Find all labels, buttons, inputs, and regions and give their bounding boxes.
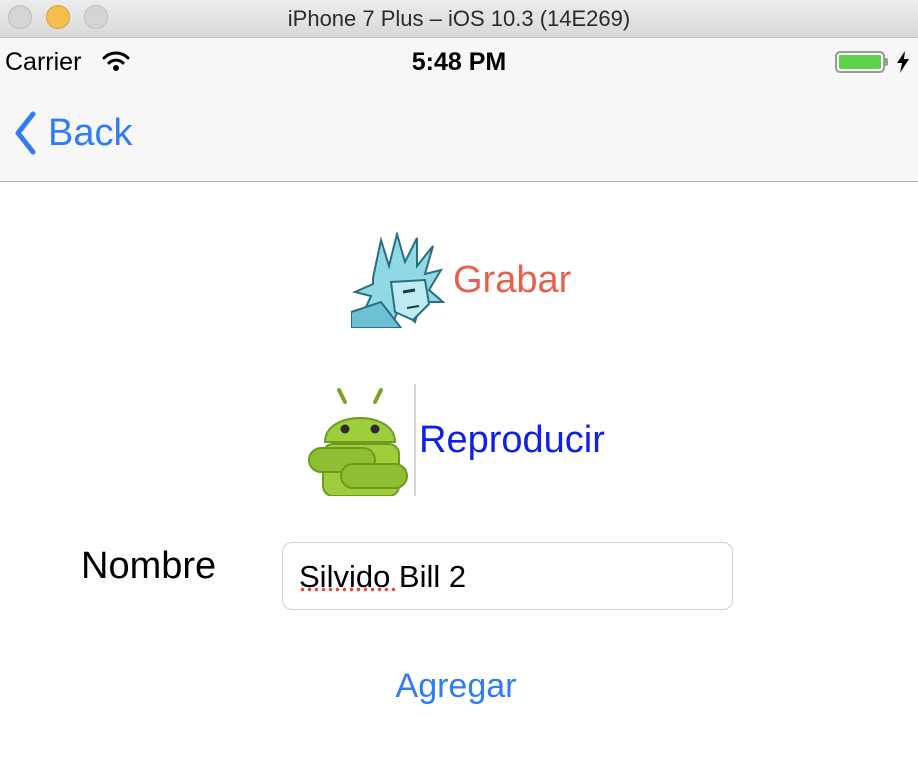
battery-icon	[835, 51, 885, 73]
status-bar: Carrier 5:48 PM	[0, 38, 918, 84]
back-button[interactable]: Back	[14, 108, 132, 158]
name-label: Nombre	[81, 545, 217, 587]
play-button[interactable]: Reproducir	[305, 384, 605, 496]
simulator-title-bar: iPhone 7 Plus – iOS 10.3 (14E269)	[0, 0, 918, 38]
navigation-bar: Back	[0, 84, 918, 182]
play-label: Reproducir	[419, 418, 605, 461]
record-button[interactable]: Grabar	[351, 232, 571, 328]
chevron-left-icon	[15, 111, 36, 155]
ice-character-icon	[351, 232, 446, 328]
add-button[interactable]: Agregar	[0, 667, 912, 706]
charging-bolt-icon	[897, 51, 909, 73]
back-label: Back	[48, 111, 133, 154]
battery-tip	[885, 58, 888, 66]
window-title: iPhone 7 Plus – iOS 10.3 (14E269)	[287, 6, 631, 31]
android-robot-icon	[308, 384, 416, 496]
name-input[interactable]: Silvido Bill 2	[282, 542, 733, 610]
spellcheck-underline	[299, 587, 395, 592]
record-label: Grabar	[453, 258, 572, 301]
status-time: 5:48 PM	[411, 48, 507, 76]
